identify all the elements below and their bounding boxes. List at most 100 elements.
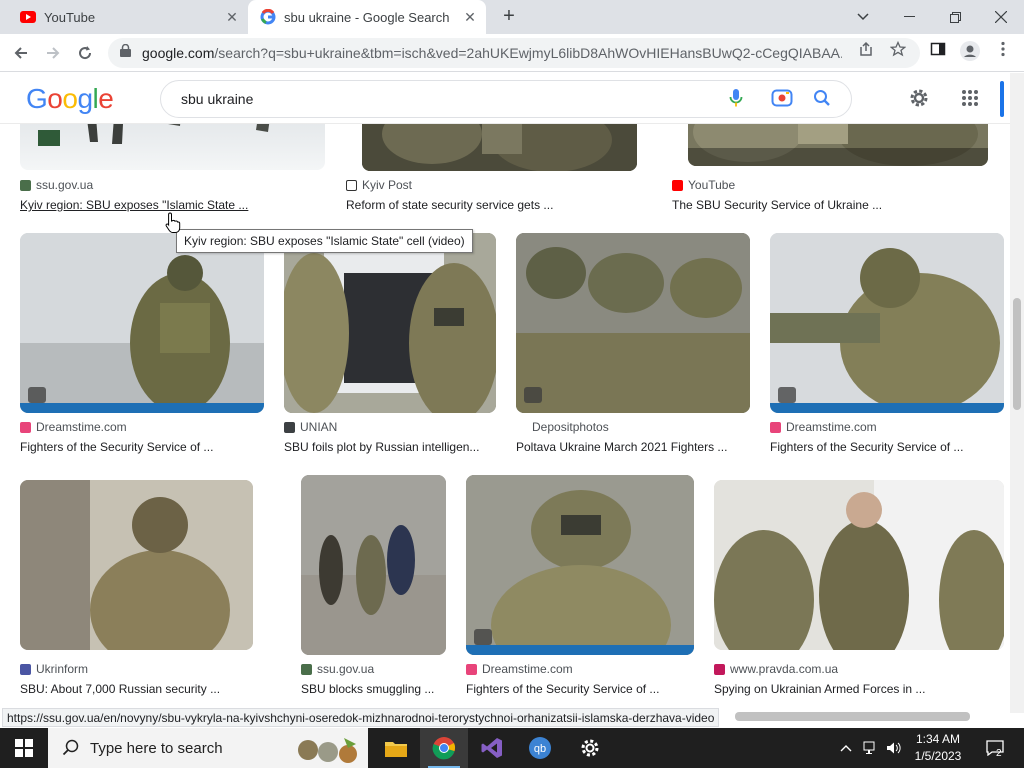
clock-date: 1/5/2023 bbox=[914, 749, 962, 763]
status-url: https://ssu.gov.ua/en/novyny/sbu-vykryla… bbox=[2, 708, 720, 727]
google-logo[interactable]: Google bbox=[26, 83, 114, 115]
search-query-text: sbu ukraine bbox=[181, 91, 254, 107]
apps-grid-icon[interactable] bbox=[957, 85, 983, 111]
menu-dots-icon[interactable] bbox=[994, 41, 1012, 59]
minimize-button[interactable] bbox=[886, 0, 932, 34]
new-tab-button[interactable]: + bbox=[498, 5, 520, 27]
result-thumbnail[interactable] bbox=[688, 124, 988, 166]
settings-taskbar-icon[interactable] bbox=[566, 728, 614, 768]
bookmark-star-icon[interactable] bbox=[889, 40, 907, 59]
result-thumbnail[interactable] bbox=[284, 233, 496, 413]
back-button[interactable] bbox=[8, 40, 34, 66]
notification-count: 2 bbox=[996, 748, 1002, 759]
result-title[interactable]: Fighters of the Security Service of ... bbox=[20, 440, 264, 454]
result-title[interactable]: Spying on Ukrainian Armed Forces in ... bbox=[714, 682, 1004, 696]
result-thumbnail[interactable] bbox=[301, 475, 446, 655]
result-source: www.pravda.com.ua bbox=[714, 662, 838, 676]
result-thumbnail[interactable] bbox=[516, 233, 750, 413]
result-title[interactable]: Poltava Ukraine March 2021 Fighters ... bbox=[516, 440, 750, 454]
qbittorrent-icon[interactable]: qb bbox=[516, 728, 564, 768]
file-explorer-icon[interactable] bbox=[372, 728, 420, 768]
source-name: Dreamstime.com bbox=[36, 420, 127, 434]
pravda-favicon-icon bbox=[714, 663, 725, 675]
start-button[interactable] bbox=[0, 728, 48, 768]
taskbar-search-box[interactable]: Type here to search bbox=[48, 728, 368, 768]
tab-label: YouTube bbox=[44, 9, 96, 25]
tab-search-icon[interactable] bbox=[840, 0, 886, 34]
hand-cursor-icon bbox=[165, 212, 181, 239]
account-edge[interactable] bbox=[1000, 81, 1004, 117]
source-name: UNIAN bbox=[300, 420, 338, 434]
result-thumbnail[interactable] bbox=[466, 475, 694, 655]
result-title[interactable]: Reform of state security service gets ..… bbox=[346, 198, 646, 212]
profile-icon[interactable] bbox=[960, 41, 980, 61]
taskbar-clock[interactable]: 1:34 AM 1/5/2023 bbox=[905, 731, 971, 765]
vertical-scrollbar[interactable] bbox=[1010, 73, 1024, 713]
voice-search-icon[interactable] bbox=[723, 85, 749, 111]
result-source: Depositphotos bbox=[516, 420, 609, 434]
reload-button[interactable] bbox=[72, 40, 98, 66]
address-bar[interactable]: google.com/search?q=sbu+ukraine&tbm=isch… bbox=[108, 38, 920, 68]
visual-studio-icon[interactable] bbox=[468, 728, 516, 768]
ukrinform-favicon-icon bbox=[20, 663, 31, 675]
volume-icon[interactable] bbox=[884, 728, 904, 768]
result-thumbnail[interactable] bbox=[362, 124, 637, 171]
lens-search-icon[interactable] bbox=[769, 85, 795, 111]
share-icon[interactable] bbox=[857, 41, 875, 59]
camera-icon bbox=[778, 387, 796, 403]
result-thumbnail[interactable] bbox=[770, 233, 1004, 413]
youtube-favicon-icon bbox=[672, 179, 683, 191]
camera-icon bbox=[474, 629, 492, 645]
source-name: www.pravda.com.ua bbox=[730, 662, 839, 676]
show-hidden-icons-icon[interactable] bbox=[836, 728, 856, 768]
source-name: Kyiv Post bbox=[362, 178, 413, 192]
result-source: UNIAN bbox=[284, 420, 337, 434]
side-panel-icon[interactable] bbox=[929, 41, 947, 59]
unian-favicon-icon bbox=[284, 421, 295, 433]
forward-button[interactable] bbox=[40, 40, 66, 66]
close-window-button[interactable] bbox=[978, 0, 1024, 34]
result-source: Kyiv Post bbox=[346, 178, 412, 192]
watermark-band bbox=[770, 403, 1004, 413]
settings-gear-icon[interactable] bbox=[906, 85, 932, 111]
watermark-band bbox=[20, 403, 264, 413]
network-icon[interactable] bbox=[860, 728, 882, 768]
google-header: Google sbu ukraine bbox=[0, 73, 1014, 124]
taskbar-search-placeholder: Type here to search bbox=[90, 739, 223, 757]
search-icon[interactable] bbox=[809, 85, 835, 111]
result-source: Dreamstime.com bbox=[20, 420, 127, 434]
dreamstime-favicon-icon bbox=[770, 421, 781, 433]
tab-label: sbu ukraine - Google Search bbox=[284, 9, 450, 25]
tab-youtube[interactable]: YouTube ✕ bbox=[8, 0, 248, 34]
result-thumbnail[interactable] bbox=[20, 480, 253, 650]
horizontal-scrollbar-thumb[interactable] bbox=[735, 712, 970, 721]
taskbar: Type here to search qb 1:34 AM 1/5/2023 … bbox=[0, 728, 1024, 768]
result-title[interactable]: SBU blocks smuggling ... bbox=[301, 682, 446, 696]
result-title[interactable]: SBU: About 7,000 Russian security ... bbox=[20, 682, 253, 696]
close-tab-icon[interactable]: ✕ bbox=[222, 9, 242, 26]
result-title[interactable]: Fighters of the Security Service of ... bbox=[770, 440, 1004, 454]
result-source: Dreamstime.com bbox=[770, 420, 877, 434]
scrollbar-thumb[interactable] bbox=[1013, 298, 1021, 410]
chrome-taskbar-icon[interactable] bbox=[420, 728, 468, 768]
notifications-icon[interactable]: 2 bbox=[980, 728, 1010, 768]
result-source: ssu.gov.ua bbox=[301, 662, 374, 676]
restore-button[interactable] bbox=[932, 0, 978, 34]
close-tab-icon[interactable]: ✕ bbox=[460, 9, 480, 26]
source-name: YouTube bbox=[688, 178, 736, 192]
ssu-favicon-icon bbox=[20, 179, 31, 191]
youtube-icon bbox=[20, 9, 36, 25]
result-title[interactable]: Kyiv region: SBU exposes "Islamic State … bbox=[20, 198, 320, 212]
result-title[interactable]: Fighters of the Security Service of ... bbox=[466, 682, 694, 696]
result-thumbnail[interactable] bbox=[20, 233, 264, 413]
source-name: ssu.gov.ua bbox=[36, 178, 94, 192]
tab-google-search[interactable]: sbu ukraine - Google Search ✕ bbox=[248, 0, 486, 34]
source-name: Ukrinform bbox=[36, 662, 89, 676]
result-thumbnail[interactable] bbox=[714, 480, 1004, 650]
result-thumbnail[interactable] bbox=[20, 124, 325, 170]
lock-icon bbox=[120, 43, 134, 62]
result-title[interactable]: The SBU Security Service of Ukraine ... bbox=[672, 198, 972, 212]
camera-icon bbox=[524, 387, 542, 403]
result-title[interactable]: SBU foils plot by Russian intelligen... bbox=[284, 440, 496, 454]
result-source: ssu.gov.ua bbox=[20, 178, 93, 192]
